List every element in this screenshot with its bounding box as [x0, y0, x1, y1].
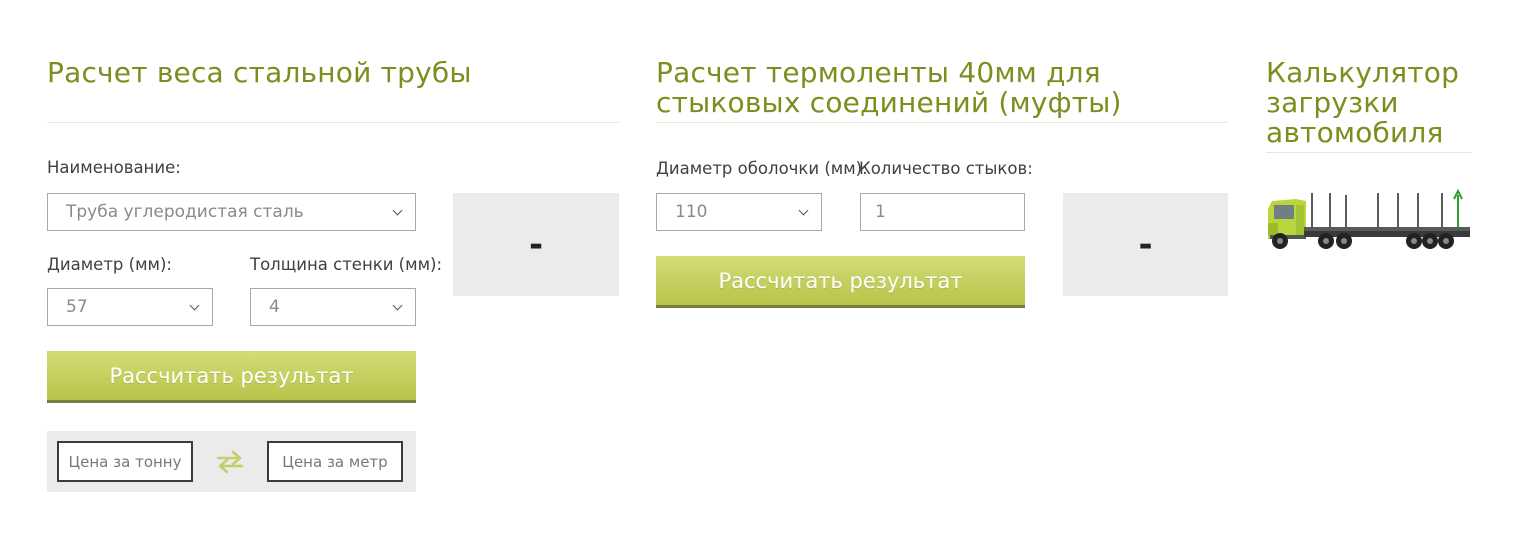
wall-thickness-select-value: 4	[269, 297, 280, 317]
shell-diameter-select[interactable]: 110	[656, 193, 822, 231]
joints-count-value: 1	[875, 202, 886, 222]
shell-diameter-select-value: 110	[675, 202, 708, 222]
thermo-tape-divider	[656, 122, 1228, 123]
wall-thickness-label: Толщина стенки (мм):	[250, 255, 443, 274]
joints-count-label: Количество стыков:	[859, 159, 1033, 178]
price-per-ton-button[interactable]: Цена за тонну	[57, 441, 193, 482]
swap-arrows-icon[interactable]	[214, 449, 246, 475]
thermo-calc-button[interactable]: Рассчитать результат	[656, 256, 1025, 308]
joints-count-input[interactable]: 1	[860, 193, 1025, 231]
pipe-result: -	[453, 193, 619, 296]
shell-diameter-label: Диаметр оболочки (мм):	[656, 159, 868, 178]
diameter-select[interactable]: 57	[47, 288, 213, 326]
thermo-tape-title-line1: Расчет термоленты 40мм для	[656, 56, 1101, 89]
truck-calc-title-line3: автомобиля	[1266, 116, 1444, 149]
truck-calc-title[interactable]: Калькулятор загрузки автомобиля	[1266, 58, 1459, 148]
truck-calc-divider	[1266, 152, 1472, 153]
name-label: Наименование:	[47, 158, 181, 177]
pipe-weight-title: Расчет веса стальной трубы	[47, 56, 472, 89]
pipe-calc-button[interactable]: Рассчитать результат	[47, 351, 416, 403]
chevron-down-icon	[392, 205, 403, 215]
thermo-result: -	[1063, 193, 1228, 296]
timber-truck-icon[interactable]	[1266, 187, 1472, 251]
wall-thickness-select[interactable]: 4	[250, 288, 416, 326]
name-select[interactable]: Труба углеродистая сталь	[47, 193, 416, 231]
truck-calc-title-line1: Калькулятор	[1266, 56, 1460, 89]
thermo-tape-title: Расчет термоленты 40мм для стыковых соед…	[656, 58, 1122, 118]
name-select-value: Труба углеродистая сталь	[66, 202, 304, 222]
chevron-down-icon	[798, 205, 809, 215]
price-per-meter-button[interactable]: Цена за метр	[267, 441, 403, 482]
chevron-down-icon	[189, 300, 200, 310]
diameter-select-value: 57	[66, 297, 88, 317]
thermo-tape-title-line2: стыковых соединений (муфты)	[656, 86, 1122, 119]
chevron-down-icon	[392, 300, 403, 310]
thermo-result-value: -	[1138, 224, 1153, 265]
pipe-weight-divider	[47, 122, 619, 123]
pipe-result-value: -	[528, 224, 544, 265]
truck-calc-title-line2: загрузки	[1266, 86, 1399, 119]
diameter-label: Диаметр (мм):	[47, 255, 172, 274]
